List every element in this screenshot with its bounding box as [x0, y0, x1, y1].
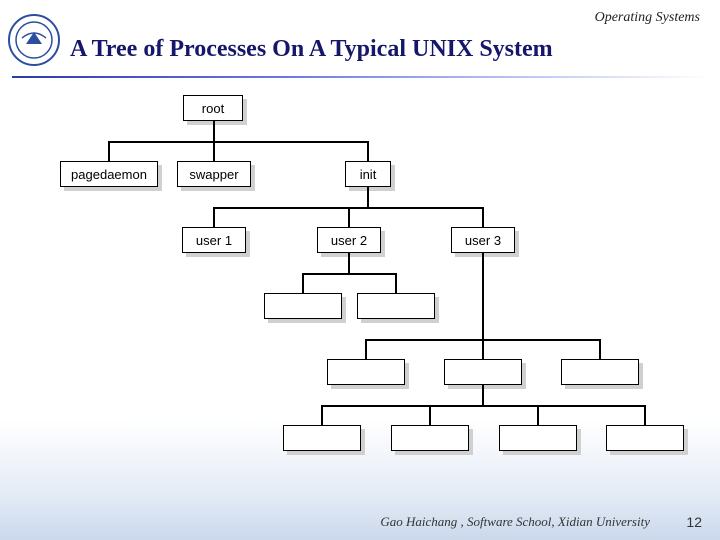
node-u3c2 [444, 359, 522, 385]
node-u3c2c3 [499, 425, 577, 451]
slide: { "header": { "course": "Operating Syste… [0, 0, 720, 540]
slide-title: A Tree of Processes On A Typical UNIX Sy… [70, 36, 700, 63]
node-u2c1 [264, 293, 342, 319]
node-u3c1 [327, 359, 405, 385]
course-name: Operating Systems [595, 10, 700, 26]
footer-text: Gao Haichang , Software School, Xidian U… [380, 514, 650, 530]
node-user2: user 2 [317, 227, 381, 253]
node-root: root [183, 95, 243, 121]
node-u3c2c2 [391, 425, 469, 451]
page-number: 12 [686, 514, 702, 530]
node-swapper: swapper [177, 161, 251, 187]
node-user1: user 1 [182, 227, 246, 253]
node-init: init [345, 161, 391, 187]
slide-header: Operating Systems A Tree of Processes On… [0, 6, 720, 78]
header-rule [12, 76, 708, 78]
node-user3: user 3 [451, 227, 515, 253]
diagram-canvas: root pagedaemon swapper init user 1 user… [0, 82, 720, 506]
node-u3c2c1 [283, 425, 361, 451]
slide-footer: Gao Haichang , Software School, Xidian U… [0, 510, 720, 530]
node-u3c2c4 [606, 425, 684, 451]
node-pagedaemon: pagedaemon [60, 161, 158, 187]
university-logo [8, 14, 60, 66]
node-u3c3 [561, 359, 639, 385]
node-u2c2 [357, 293, 435, 319]
